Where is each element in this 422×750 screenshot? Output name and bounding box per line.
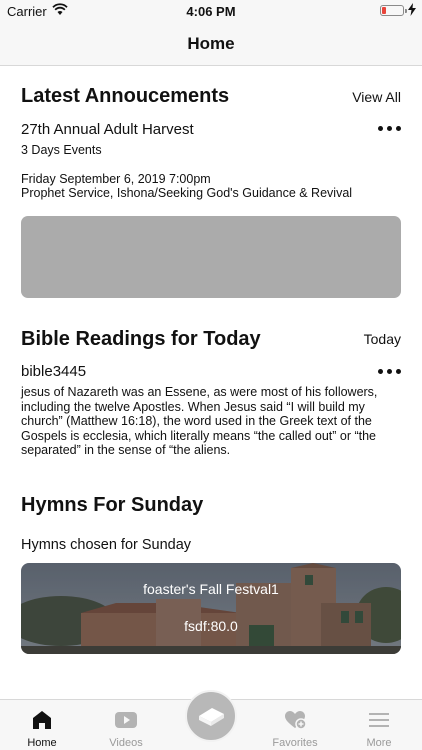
hymn-card-subtitle: fsdf:80.0 xyxy=(184,618,238,634)
reading-more-icon[interactable] xyxy=(378,369,402,375)
hymns-subtitle: Hymns chosen for Sunday xyxy=(21,537,192,553)
reading-title[interactable]: bible3445 xyxy=(21,363,86,380)
tab-videos-label: Videos xyxy=(109,737,143,749)
reading-text: jesus of Nazareth was an Essene, as were… xyxy=(21,385,378,458)
announcement-more-icon[interactable] xyxy=(378,126,402,132)
status-bar: Carrier 4:06 PM xyxy=(0,0,422,22)
tab-videos[interactable]: Videos xyxy=(84,700,168,750)
view-all-link[interactable]: View All xyxy=(352,89,401,105)
church-photo xyxy=(21,563,401,654)
tab-more-label: More xyxy=(366,737,392,749)
tab-home-label: Home xyxy=(27,737,57,749)
heart-plus-icon xyxy=(285,711,307,730)
tab-favorites-label: Favorites xyxy=(272,737,318,749)
bible-readings-heading: Bible Readings for Today xyxy=(21,328,261,350)
announcement-title[interactable]: 27th Annual Adult Harvest xyxy=(21,121,194,138)
charging-icon xyxy=(408,3,416,16)
menu-icon xyxy=(369,713,389,727)
tab-home[interactable]: Home xyxy=(0,700,84,750)
tab-favorites[interactable]: Favorites xyxy=(253,700,337,750)
announcement-image[interactable] xyxy=(21,216,401,298)
announcement-date: Friday September 6, 2019 7:00pm xyxy=(21,172,211,186)
today-link[interactable]: Today xyxy=(364,331,401,347)
clock: 4:06 PM xyxy=(186,4,236,19)
hymn-card-title: foaster's Fall Festval1 xyxy=(143,581,279,597)
announcement-description: Prophet Service, Ishona/Seeking God's Gu… xyxy=(21,186,353,200)
video-icon xyxy=(115,712,137,728)
announcements-heading: Latest Annoucements xyxy=(21,85,230,107)
battery-icon xyxy=(380,5,407,16)
hymns-heading: Hymns For Sunday xyxy=(21,494,204,516)
page-title: Home xyxy=(187,34,235,53)
announcement-subtitle: 3 Days Events xyxy=(21,143,102,157)
tab-more[interactable]: More xyxy=(337,700,421,750)
hymn-card[interactable]: foaster's Fall Festval1 fsdf:80.0 xyxy=(21,563,401,654)
bible-icon xyxy=(199,708,224,726)
home-icon xyxy=(33,711,51,729)
navigation-bar: Home xyxy=(0,22,422,66)
bible-center-button[interactable] xyxy=(185,690,237,742)
